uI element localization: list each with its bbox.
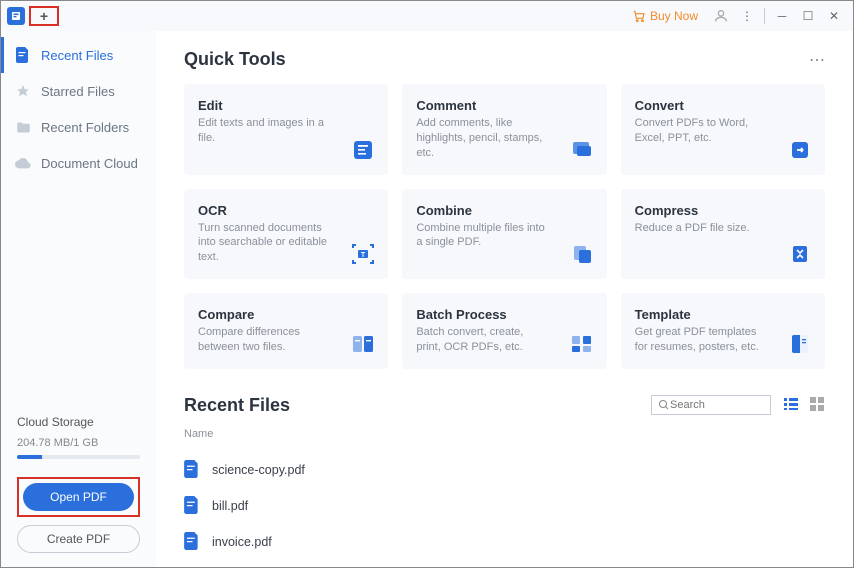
file-row[interactable]: science-copy.pdf xyxy=(184,452,825,488)
combine-icon xyxy=(569,241,595,267)
sidebar: Recent Files Starred Files Recent Folder… xyxy=(1,31,156,567)
tool-title: Template xyxy=(635,307,811,322)
compare-icon xyxy=(350,331,376,357)
buy-now-label: Buy Now xyxy=(650,9,698,23)
buy-now-link[interactable]: Buy Now xyxy=(632,9,698,23)
tool-title: Edit xyxy=(198,98,374,113)
open-pdf-button[interactable]: Open PDF xyxy=(23,483,134,511)
menu-dots-icon[interactable]: ⋮ xyxy=(734,4,760,28)
titlebar: + Buy Now ⋮ ─ ☐ ✕ xyxy=(1,1,853,31)
search-box[interactable] xyxy=(651,395,771,415)
tool-title: Convert xyxy=(635,98,811,113)
edit-icon xyxy=(350,137,376,163)
tool-card-compare[interactable]: Compare Compare differences between two … xyxy=(184,293,388,369)
tool-card-edit[interactable]: Edit Edit texts and images in a file. xyxy=(184,84,388,175)
tool-desc: Reduce a PDF file size. xyxy=(635,221,765,236)
user-icon[interactable] xyxy=(708,4,734,28)
file-name: invoice.pdf xyxy=(212,535,272,549)
convert-icon xyxy=(787,137,813,163)
sidebar-item-starred-files[interactable]: Starred Files xyxy=(1,73,156,109)
more-dots-icon[interactable]: ⋯ xyxy=(809,50,825,70)
file-row[interactable]: invoice.pdf xyxy=(184,524,825,560)
tool-title: Comment xyxy=(416,98,592,113)
tool-title: Compress xyxy=(635,203,811,218)
cloud-storage-usage: 204.78 MB/1 GB xyxy=(17,437,140,449)
open-pdf-highlight: Open PDF xyxy=(17,477,140,517)
sidebar-label: Recent Files xyxy=(41,48,113,63)
tool-card-comment[interactable]: Comment Add comments, like highlights, p… xyxy=(402,84,606,175)
grid-view-icon[interactable] xyxy=(809,396,825,415)
cloud-storage-bar xyxy=(17,455,140,459)
new-tab-highlight: + xyxy=(29,6,59,26)
tool-title: Combine xyxy=(416,203,592,218)
plus-icon[interactable]: + xyxy=(37,9,51,23)
folder-icon xyxy=(15,119,31,135)
tool-card-compress[interactable]: Compress Reduce a PDF file size. xyxy=(621,189,825,280)
pdf-file-icon xyxy=(184,496,202,516)
tool-card-batch[interactable]: Batch Process Batch convert, create, pri… xyxy=(402,293,606,369)
file-row[interactable]: bill.pdf xyxy=(184,488,825,524)
sidebar-item-document-cloud[interactable]: Document Cloud xyxy=(1,145,156,181)
tool-card-convert[interactable]: Convert Convert PDFs to Word, Excel, PPT… xyxy=(621,84,825,175)
search-icon xyxy=(658,399,670,411)
close-icon[interactable]: ✕ xyxy=(821,4,847,28)
ocr-icon: T xyxy=(350,241,376,267)
star-icon xyxy=(15,83,31,99)
tool-card-combine[interactable]: Combine Combine multiple files into a si… xyxy=(402,189,606,280)
minimize-icon[interactable]: ─ xyxy=(769,4,795,28)
batch-icon xyxy=(569,331,595,357)
tool-title: Compare xyxy=(198,307,374,322)
tool-title: Batch Process xyxy=(416,307,592,322)
tool-desc: Turn scanned documents into searchable o… xyxy=(198,221,328,266)
pdf-file-icon xyxy=(184,460,202,480)
svg-text:T: T xyxy=(361,252,366,259)
quick-tools-title: Quick Tools xyxy=(184,49,286,70)
view-toggle xyxy=(783,396,825,415)
tool-desc: Edit texts and images in a file. xyxy=(198,116,328,146)
create-pdf-button[interactable]: Create PDF xyxy=(17,525,140,553)
sidebar-item-recent-folders[interactable]: Recent Folders xyxy=(1,109,156,145)
list-view-icon[interactable] xyxy=(783,396,799,415)
tool-title: OCR xyxy=(198,203,374,218)
sidebar-item-recent-files[interactable]: Recent Files xyxy=(1,37,156,73)
search-input[interactable] xyxy=(670,399,760,411)
file-name: science-copy.pdf xyxy=(212,463,305,477)
titlebar-divider xyxy=(764,8,765,24)
tool-card-ocr[interactable]: OCR Turn scanned documents into searchab… xyxy=(184,189,388,280)
tool-desc: Get great PDF templates for resumes, pos… xyxy=(635,325,765,355)
column-name-label: Name xyxy=(184,428,825,440)
comment-icon xyxy=(569,137,595,163)
compress-icon xyxy=(787,241,813,267)
sidebar-label: Document Cloud xyxy=(41,156,138,171)
tool-desc: Compare differences between two files. xyxy=(198,325,328,355)
template-icon xyxy=(787,331,813,357)
quick-tools-grid: Edit Edit texts and images in a file. Co… xyxy=(184,84,825,369)
tool-desc: Batch convert, create, print, OCR PDFs, … xyxy=(416,325,546,355)
file-icon xyxy=(15,47,31,63)
file-name: bill.pdf xyxy=(212,499,248,513)
sidebar-label: Recent Folders xyxy=(41,120,129,135)
cloud-storage-fill xyxy=(17,455,42,459)
tool-desc: Combine multiple files into a single PDF… xyxy=(416,221,546,251)
content-area: Quick Tools ⋯ Edit Edit texts and images… xyxy=(156,31,853,567)
tool-desc: Add comments, like highlights, pencil, s… xyxy=(416,116,546,161)
cloud-storage-section: Cloud Storage 204.78 MB/1 GB Open PDF Cr… xyxy=(1,407,156,567)
pdf-file-icon xyxy=(184,532,202,552)
recent-files-title: Recent Files xyxy=(184,395,290,416)
cloud-storage-title: Cloud Storage xyxy=(17,415,140,429)
tool-desc: Convert PDFs to Word, Excel, PPT, etc. xyxy=(635,116,765,146)
maximize-icon[interactable]: ☐ xyxy=(795,4,821,28)
app-logo-icon[interactable] xyxy=(7,7,25,25)
cloud-icon xyxy=(15,155,31,171)
tool-card-template[interactable]: Template Get great PDF templates for res… xyxy=(621,293,825,369)
sidebar-label: Starred Files xyxy=(41,84,115,99)
